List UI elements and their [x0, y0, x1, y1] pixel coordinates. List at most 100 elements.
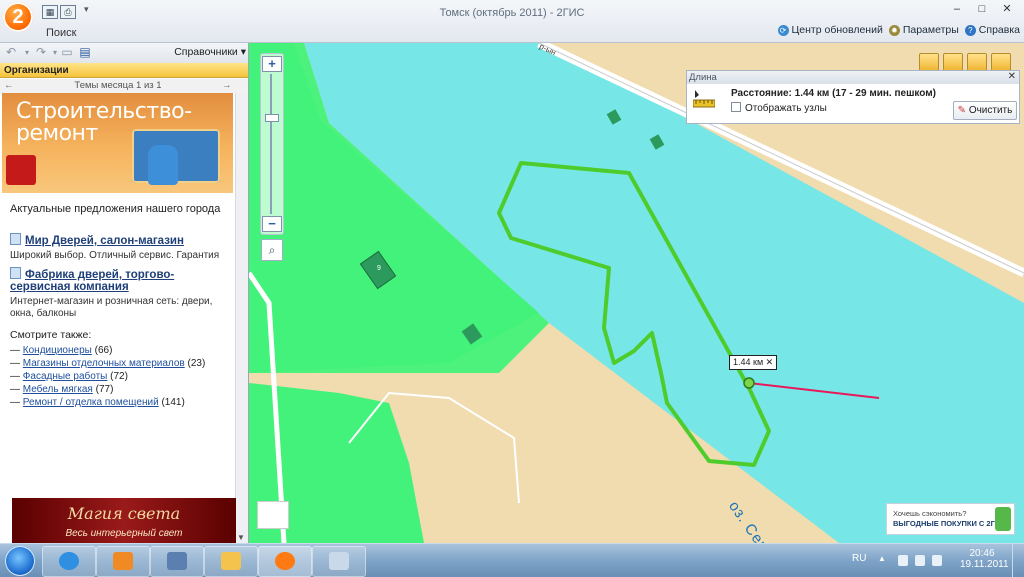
copy-tool-icon[interactable] [991, 53, 1011, 71]
banner-title-line2: ремонт [16, 121, 98, 146]
pointer-tool-icon[interactable] [919, 53, 939, 71]
zoom-control[interactable]: + − [260, 53, 284, 235]
usb-icon[interactable] [898, 555, 908, 566]
clock-date: 19.11.2011 [960, 559, 1009, 570]
help-link-label: Справка [978, 24, 1020, 36]
route-node[interactable] [743, 377, 755, 389]
taskbar-2gis[interactable] [258, 546, 312, 577]
zoom-out-button[interactable]: − [262, 216, 282, 232]
window-controls: – □ ✕ [946, 2, 1018, 16]
document-icon [10, 233, 21, 245]
help-icon: ? [964, 24, 976, 36]
offer-2-desc-line1: Интернет-магазин и розничная сеть: двери… [10, 296, 213, 307]
taskbar-app[interactable] [150, 546, 204, 577]
see-also-item: — Мебель мягкая (77) [10, 384, 114, 395]
building-number: 9 [377, 265, 381, 272]
see-also-title: Смотрите также: [10, 329, 92, 341]
promo-banner[interactable]: Хочешь сэкономить? ВЫГОДНЫЕ ПОКУПКИ С 2Г… [886, 503, 1015, 535]
layout-icon[interactable]: ▤ [78, 46, 92, 59]
2gis-icon [275, 552, 295, 570]
updates-link[interactable]: ⟳ Центр обновлений [777, 24, 883, 36]
show-desktop-button[interactable] [1012, 544, 1024, 577]
taskbar-explorer[interactable] [204, 546, 258, 577]
promo-line1: Хочешь сэкономить? [893, 509, 967, 518]
volume-icon[interactable] [932, 555, 942, 566]
taskbar-paint[interactable] [312, 546, 366, 577]
offer-2-name-line1: Фабрика дверей, торгово- [25, 269, 175, 281]
settings-link[interactable]: ✹ Параметры [888, 24, 959, 36]
zoom-in-button[interactable]: + [262, 56, 282, 72]
theme-navigation: ← Темы месяца 1 из 1 → [0, 79, 248, 93]
title-bar: 2 ▦ ⎙ ▾ Томск (октябрь 2011) - 2ГИС – □ … [0, 0, 1024, 43]
banner-title: Строительство- ремонт [16, 101, 192, 145]
ruler-tool-icon[interactable] [943, 53, 963, 71]
show-nodes-label: Отображать узлы [745, 103, 827, 114]
gear-icon: ✹ [888, 24, 900, 36]
see-also-item: — Ремонт / отделка помещений (141) [10, 397, 185, 408]
left-toolbar: ↶ ▾ ↷ ▾ ▭ ▤ Справочники ▾ [0, 43, 248, 64]
close-icon[interactable]: ✕ [1008, 71, 1016, 82]
minimap-marker [257, 501, 289, 529]
start-button[interactable] [5, 546, 35, 576]
close-button[interactable]: ✕ [996, 2, 1018, 16]
magnifier-icon[interactable]: ⌕ [261, 239, 283, 261]
zoom-track[interactable] [270, 74, 272, 214]
distance-panel: Длина ✕ Расстояние: 1.44 км (17 - 29 мин… [686, 70, 1020, 124]
back-icon[interactable]: ↶ [4, 46, 18, 59]
see-also-count: (23) [187, 358, 206, 369]
search-tab[interactable]: Поиск [46, 27, 76, 39]
distance-tag-close-icon[interactable]: ✕ [766, 357, 774, 367]
top-links: ⟳ Центр обновлений ✹ Параметры ? Справка [777, 24, 1020, 36]
offer-1-desc: Широкий выбор. Отличный сервис. Гарантия [10, 250, 220, 261]
print-panel-icon[interactable]: ▭ [60, 46, 74, 59]
see-also-count: (66) [94, 345, 113, 356]
promo-icon [995, 507, 1011, 531]
zoom-slider-handle[interactable] [265, 114, 279, 122]
checkbox-box[interactable] [731, 102, 741, 112]
paint-icon [329, 552, 349, 570]
scroll-down-icon[interactable]: ▼ [237, 533, 245, 542]
media-player-icon [113, 552, 133, 570]
see-also-link[interactable]: Кондиционеры [23, 345, 92, 356]
see-also-count: (77) [95, 384, 114, 395]
ad-banner[interactable]: Магия света Весь интерьерный свет [12, 498, 236, 543]
offer-link-1[interactable]: Мир Дверей, салон-магазин [10, 233, 184, 247]
clear-button[interactable]: ✎ Очистить [953, 101, 1017, 120]
forward-icon[interactable]: ↷ [34, 46, 48, 59]
paint-can-image [6, 155, 36, 185]
glove-image [148, 145, 178, 185]
theme-counter: Темы месяца 1 из 1 [74, 80, 162, 91]
minimize-button[interactable]: – [946, 2, 968, 16]
see-also-item: — Магазины отделочных материалов (23) [10, 358, 206, 369]
offer-link-2[interactable]: Фабрика дверей, торгово- [10, 267, 174, 281]
left-panel: ↶ ▾ ↷ ▾ ▭ ▤ Справочники ▾ Организации ← … [0, 43, 249, 543]
back-menu-icon[interactable]: ▾ [20, 46, 34, 59]
clear-button-label: Очистить [968, 105, 1013, 116]
distance-tag[interactable]: 1.44 км ✕ [729, 355, 778, 370]
taskbar-ie[interactable] [42, 546, 96, 577]
see-also-link[interactable]: Мебель мягкая [23, 384, 93, 395]
see-also-link[interactable]: Ремонт / отделка помещений [23, 397, 159, 408]
see-also-link[interactable]: Фасадные работы [23, 371, 108, 382]
help-link[interactable]: ? Справка [964, 24, 1020, 36]
language-indicator[interactable]: RU [852, 553, 866, 564]
left-scrollbar[interactable]: ▼ [235, 93, 248, 543]
clock[interactable]: 20:46 19.11.2011 [960, 548, 1009, 570]
theme-banner[interactable]: Строительство- ремонт [2, 93, 233, 193]
next-theme-button[interactable]: → [222, 79, 232, 93]
taskbar-media[interactable] [96, 546, 150, 577]
network-icon[interactable] [915, 555, 925, 566]
show-nodes-checkbox[interactable]: Отображать узлы [731, 102, 827, 114]
see-also-link[interactable]: Магазины отделочных материалов [23, 358, 185, 369]
see-also-count: (72) [110, 371, 128, 382]
tray-expand-icon[interactable]: ▲ [878, 554, 886, 563]
distance-panel-header: Длина [687, 71, 1019, 84]
see-also-item: — Фасадные работы (72) [10, 371, 128, 382]
layers-tool-icon[interactable] [967, 53, 987, 71]
app-icon [167, 552, 187, 570]
directories-dropdown[interactable]: Справочники ▾ [174, 46, 246, 58]
maximize-button[interactable]: □ [971, 2, 993, 16]
offer-2-name-line2[interactable]: сервисная компания [10, 281, 129, 293]
ad-subtitle: Весь интерьерный свет [65, 528, 183, 539]
see-also-item: — Кондиционеры (66) [10, 345, 113, 356]
